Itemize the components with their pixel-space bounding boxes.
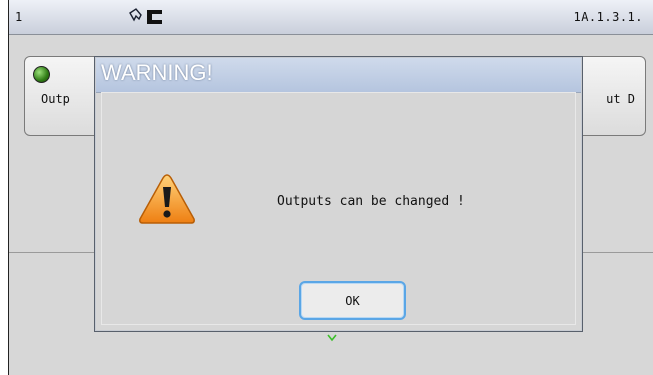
hand-hold-icon [127, 7, 167, 27]
dialog-body: Outputs can be changed ! OK [101, 92, 576, 325]
dialog-title: WARNING! [101, 60, 213, 85]
green-led-icon [33, 66, 50, 83]
dialog-message: Outputs can be changed ! [277, 194, 465, 209]
warning-triangle-icon [138, 173, 196, 225]
warning-dialog: WARNING! Outputs can be changed ! OK [94, 56, 583, 332]
ok-button[interactable]: OK [299, 281, 406, 320]
status-left-text: 1 [15, 10, 23, 24]
status-right-text: 1A.1.3.1. [573, 10, 643, 24]
output-label-right: ut D [606, 92, 635, 106]
dialog-titlebar: WARNING! [96, 58, 581, 93]
status-bar: 1 1A.1.3.1. [9, 0, 653, 35]
output-label-left: Outp [41, 92, 70, 106]
